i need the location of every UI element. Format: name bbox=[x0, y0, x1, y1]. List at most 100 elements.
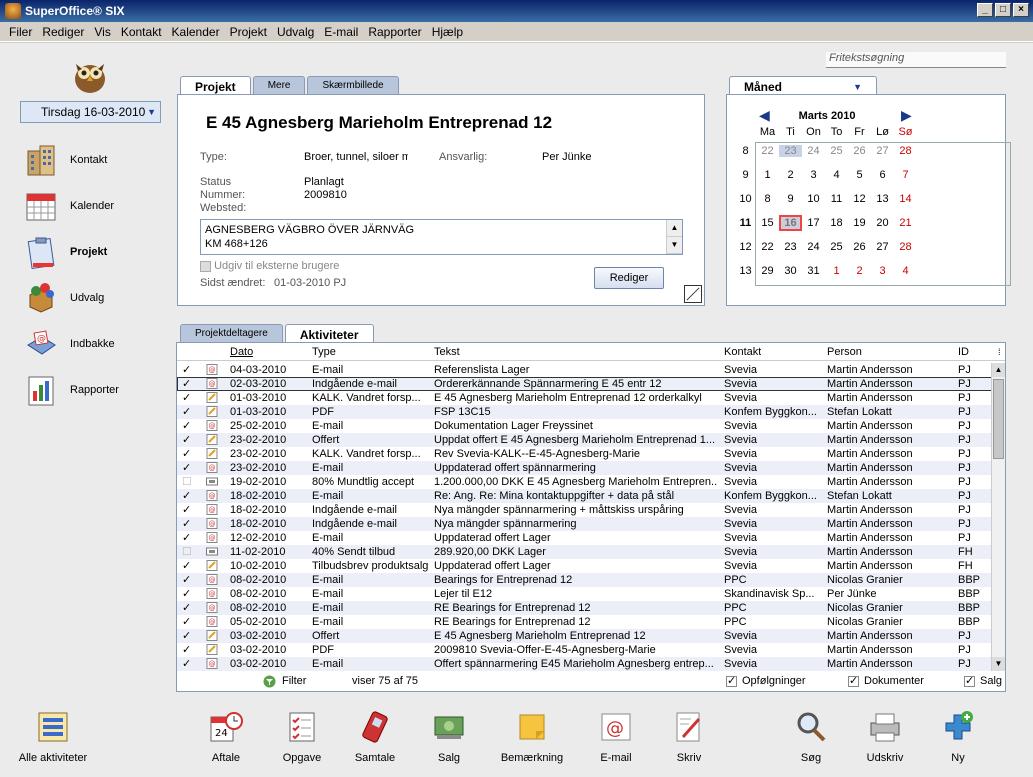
menu-email[interactable]: E-mail bbox=[319, 25, 363, 39]
calendar-day[interactable]: 26 bbox=[848, 145, 871, 157]
week-number[interactable]: 8 bbox=[735, 145, 756, 157]
date-selector[interactable]: Tirsdag 16-03-2010 ▼ bbox=[20, 101, 161, 123]
calendar-day[interactable]: 23 bbox=[779, 241, 802, 253]
table-row[interactable]: ✓ @18-02-2010 Indgående e-mail Nya mängder … bbox=[177, 503, 992, 517]
calendar-day[interactable]: 22 bbox=[756, 241, 779, 253]
toolbar-button-search[interactable]: Søg bbox=[771, 703, 851, 764]
calendar-day[interactable]: 29 bbox=[756, 265, 779, 277]
table-row[interactable]: ✓ @12-02-2010 E-mail Uppdaterad offert Lage… bbox=[177, 531, 992, 545]
calendar-day[interactable]: 13 bbox=[871, 193, 894, 205]
next-month-icon[interactable]: ▶ bbox=[901, 107, 912, 124]
table-row[interactable]: ✓ 23-02-2010 Offert Uppdat offert E 45 Agne… bbox=[177, 433, 992, 447]
search-input[interactable]: Fritekstsøgning bbox=[826, 52, 1006, 68]
tab-aktiviteter[interactable]: Aktiviteter bbox=[284, 324, 374, 344]
column-options-icon[interactable]: ⁞ bbox=[998, 347, 1001, 357]
completed-checkbox[interactable]: ✓ bbox=[182, 489, 191, 503]
completed-checkbox[interactable]: ✓ bbox=[182, 601, 191, 615]
tab-skaermbillede[interactable]: Skærmbillede bbox=[307, 76, 399, 94]
calendar-day[interactable]: 12 bbox=[848, 193, 871, 205]
filter-sales[interactable]: ✓ Salg bbox=[964, 675, 1002, 687]
table-row[interactable]: ☐ 19-02-2010 80% Mundtlig accept 1.200.000,… bbox=[177, 475, 992, 489]
calendar-day[interactable]: 25 bbox=[825, 241, 848, 253]
menu-udvalg[interactable]: Udvalg bbox=[272, 25, 319, 39]
completed-checkbox[interactable]: ✓ bbox=[182, 363, 191, 377]
nav-item-projekt[interactable]: Projekt bbox=[24, 229, 154, 275]
menu-hjaelp[interactable]: Hjælp bbox=[427, 25, 468, 39]
tab-mere[interactable]: Mere bbox=[252, 76, 306, 94]
table-row[interactable]: ✓ @18-02-2010 E-mail Re: Ang. Re: Mina kont… bbox=[177, 489, 992, 503]
completed-checkbox[interactable]: ✓ bbox=[182, 517, 191, 531]
table-scrollbar[interactable]: ▲ ▼ bbox=[991, 363, 1005, 671]
followups-checkbox[interactable]: ✓ bbox=[726, 675, 737, 687]
chevron-down-icon[interactable]: ▼ bbox=[147, 107, 156, 117]
calendar-day[interactable]: 21 bbox=[894, 217, 917, 229]
documents-checkbox[interactable]: ✓ bbox=[848, 675, 859, 687]
table-row[interactable]: ✓ @05-02-2010 E-mail RE Bearings for Entrep… bbox=[177, 615, 992, 629]
completed-checkbox[interactable]: ✓ bbox=[182, 643, 191, 657]
toolbar-button-email[interactable]: @ E-mail bbox=[576, 703, 656, 764]
calendar-day[interactable]: 1 bbox=[756, 169, 779, 181]
completed-checkbox[interactable]: ✓ bbox=[182, 447, 191, 461]
completed-checkbox[interactable]: ✓ bbox=[182, 587, 191, 601]
completed-checkbox[interactable]: ✓ bbox=[182, 391, 191, 405]
calendar-day[interactable]: 27 bbox=[871, 241, 894, 253]
menu-filer[interactable]: Filer bbox=[4, 25, 37, 39]
table-row[interactable]: ✓ @03-02-2010 E-mail Offert spännarmering E… bbox=[177, 657, 992, 671]
completed-checkbox[interactable]: ✓ bbox=[182, 461, 191, 475]
calendar-day[interactable]: 22 bbox=[756, 145, 779, 157]
toolbar-button-note[interactable]: Bemærkning bbox=[492, 703, 572, 764]
completed-checkbox[interactable]: ✓ bbox=[182, 419, 191, 433]
table-row[interactable]: ✓ 01-03-2010 KALK. Vandret forsp... E 45 Ag… bbox=[177, 391, 992, 405]
calendar-day[interactable]: 9 bbox=[779, 193, 802, 205]
tab-maaned[interactable]: Måned ▼ bbox=[729, 76, 877, 96]
table-row[interactable]: ✓ @02-03-2010 Indgående e-mail Ordererkänna… bbox=[177, 377, 992, 391]
maximize-button[interactable]: □ bbox=[995, 3, 1011, 17]
column-header-id[interactable]: ID bbox=[958, 346, 969, 358]
calendar-day[interactable]: 17 bbox=[802, 217, 825, 229]
calendar-day[interactable]: 2 bbox=[848, 265, 871, 277]
calendar-day[interactable]: 31 bbox=[802, 265, 825, 277]
completed-checkbox[interactable]: ✓ bbox=[182, 433, 191, 447]
table-row[interactable]: ✓ @25-02-2010 E-mail Dokumentation Lager Fr… bbox=[177, 419, 992, 433]
toolbar-button-sale[interactable]: Salg bbox=[409, 703, 489, 764]
completed-checkbox[interactable]: ✓ bbox=[182, 657, 191, 671]
publish-row[interactable]: Udgiv til eksterne brugere bbox=[200, 260, 339, 272]
column-header-person[interactable]: Person bbox=[827, 346, 862, 358]
column-header-type[interactable]: Type bbox=[312, 346, 336, 358]
calendar-day[interactable]: 10 bbox=[802, 193, 825, 205]
table-row[interactable]: ✓ 03-02-2010 PDF 2009810 Svevia-Offer-E-45-… bbox=[177, 643, 992, 657]
calendar-day[interactable]: 25 bbox=[825, 145, 848, 157]
toolbar-button-new[interactable]: Ny bbox=[918, 703, 998, 764]
table-row[interactable]: ✓ @08-02-2010 E-mail Bearings for Entrepren… bbox=[177, 573, 992, 587]
table-row[interactable]: ☐ 11-02-2010 40% Sendt tilbud 289.920,00 DK… bbox=[177, 545, 992, 559]
calendar-day[interactable]: 28 bbox=[894, 145, 917, 157]
calendar-day[interactable]: 14 bbox=[894, 193, 917, 205]
calendar-day[interactable]: 7 bbox=[894, 169, 917, 181]
nav-item-indbakke[interactable]: @ Indbakke bbox=[24, 321, 154, 367]
calendar-day[interactable]: 4 bbox=[894, 265, 917, 277]
calendar-day[interactable]: 6 bbox=[871, 169, 894, 181]
minimize-button[interactable]: _ bbox=[977, 3, 993, 17]
calendar-day[interactable]: 11 bbox=[825, 193, 848, 205]
toolbar-button-appointment[interactable]: 24 Aftale bbox=[186, 703, 266, 764]
toolbar-button-task[interactable]: Opgave bbox=[262, 703, 342, 764]
nav-item-kalender[interactable]: Kalender bbox=[24, 183, 154, 229]
resize-icon[interactable] bbox=[684, 285, 702, 303]
calendar-day[interactable]: 24 bbox=[802, 241, 825, 253]
tab-projektdeltagere[interactable]: Projektdeltagere bbox=[180, 324, 283, 342]
filter-followups[interactable]: ✓ Opfølgninger bbox=[726, 675, 806, 687]
calendar-day[interactable]: 3 bbox=[871, 265, 894, 277]
table-row[interactable]: ✓ @04-03-2010 E-mail Referenslista Lager Sve… bbox=[177, 363, 992, 377]
sales-checkbox[interactable]: ✓ bbox=[964, 675, 975, 687]
tab-projekt[interactable]: Projekt bbox=[180, 76, 251, 96]
completed-checkbox[interactable]: ✓ bbox=[182, 377, 191, 391]
toolbar-button-write[interactable]: Skriv bbox=[649, 703, 729, 764]
calendar-day[interactable]: 4 bbox=[825, 169, 848, 181]
calendar-day[interactable]: 26 bbox=[848, 241, 871, 253]
filter-button[interactable]: Filter bbox=[263, 675, 306, 688]
nav-item-udvalg[interactable]: Udvalg bbox=[24, 275, 154, 321]
completed-checkbox[interactable]: ✓ bbox=[182, 615, 191, 629]
column-header-contact[interactable]: Kontakt bbox=[724, 346, 761, 358]
menu-rediger[interactable]: Rediger bbox=[37, 25, 89, 39]
table-row[interactable]: ✓ @18-02-2010 Indgående e-mail Nya mängder … bbox=[177, 517, 992, 531]
